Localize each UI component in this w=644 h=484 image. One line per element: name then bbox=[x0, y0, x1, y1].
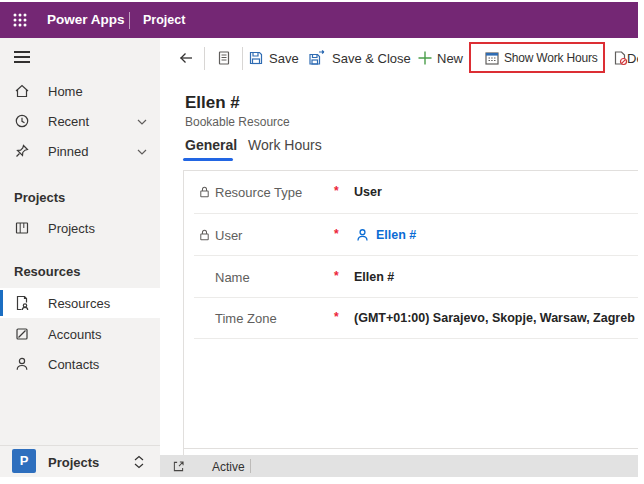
sidebar: Home Recent Pinned Projects bbox=[0, 38, 160, 477]
show-work-hours-button[interactable]: Show Work Hours bbox=[504, 51, 597, 65]
field-label: User bbox=[215, 227, 242, 242]
selected-indicator bbox=[0, 290, 3, 316]
field-time-zone[interactable]: Time Zone * (GMT+01:00) Sarajevo, Skopje… bbox=[194, 298, 638, 339]
expand-form-icon[interactable] bbox=[173, 461, 184, 472]
field-label: Name bbox=[215, 269, 250, 284]
chevron-down-icon[interactable] bbox=[136, 116, 148, 128]
record-status: Active bbox=[212, 460, 245, 474]
form-footer-status-bar: Active bbox=[160, 455, 638, 477]
sidebar-group-projects: Projects bbox=[14, 188, 65, 208]
field-value-link[interactable]: Ellen # bbox=[376, 228, 416, 242]
chevron-down-icon[interactable] bbox=[136, 146, 148, 158]
sidebar-footer-area-switcher[interactable]: P Projects bbox=[0, 446, 160, 477]
area-label: Projects bbox=[48, 454, 99, 469]
app-header: Power Apps Project bbox=[0, 2, 638, 38]
required-marker: * bbox=[334, 310, 339, 324]
clock-icon bbox=[14, 113, 30, 129]
sidebar-item-resources[interactable]: Resources bbox=[0, 288, 160, 318]
required-marker: * bbox=[334, 268, 339, 282]
area-tile-icon: P bbox=[12, 449, 36, 473]
sidebar-item-recent[interactable]: Recent bbox=[0, 106, 160, 136]
command-bar: Save Save & Close New Show Work bbox=[160, 38, 638, 78]
app-name[interactable]: Power Apps bbox=[47, 12, 125, 27]
field-value[interactable]: User bbox=[354, 185, 382, 199]
required-marker: * bbox=[334, 184, 339, 198]
sidebar-item-label: Recent bbox=[48, 114, 89, 129]
accounts-icon bbox=[14, 326, 30, 342]
lock-icon bbox=[198, 186, 211, 199]
sidebar-item-label: Home bbox=[48, 84, 83, 99]
form-section: Resource Type * User User * Ellen # bbox=[183, 170, 638, 455]
field-resource-type[interactable]: Resource Type * User bbox=[194, 171, 638, 214]
field-user[interactable]: User * Ellen # bbox=[194, 214, 638, 256]
contacts-icon bbox=[14, 356, 30, 372]
record-entity-type: Bookable Resource bbox=[185, 115, 290, 129]
save-icon[interactable] bbox=[248, 50, 264, 66]
command-divider bbox=[204, 47, 205, 70]
pin-icon bbox=[14, 143, 30, 159]
sidebar-item-accounts[interactable]: Accounts bbox=[0, 319, 160, 349]
sidebar-item-home[interactable]: Home bbox=[0, 76, 160, 106]
field-value[interactable]: (GMT+01:00) Sarajevo, Skopje, Warsaw, Za… bbox=[354, 311, 635, 325]
active-tab-indicator bbox=[183, 158, 233, 161]
field-label: Time Zone bbox=[215, 311, 277, 326]
sidebar-group-resources: Resources bbox=[14, 262, 80, 282]
projects-icon bbox=[14, 220, 30, 236]
waffle-menu-icon[interactable] bbox=[13, 13, 27, 27]
sidebar-item-label: Resources bbox=[48, 296, 110, 311]
required-marker: * bbox=[334, 226, 339, 240]
save-and-close-icon[interactable] bbox=[308, 50, 324, 66]
new-icon[interactable] bbox=[417, 50, 433, 66]
sidebar-item-label: Projects bbox=[48, 221, 95, 236]
app-window: Power Apps Project Home Recent bbox=[0, 0, 644, 484]
app-area[interactable]: Project bbox=[143, 13, 185, 27]
back-icon[interactable] bbox=[178, 50, 194, 66]
command-divider bbox=[242, 47, 243, 70]
sidebar-item-label: Accounts bbox=[48, 327, 101, 342]
status-divider bbox=[250, 459, 251, 473]
sidebar-item-contacts[interactable]: Contacts bbox=[0, 349, 160, 379]
tab-general[interactable]: General bbox=[185, 137, 237, 153]
record-title: Ellen # bbox=[185, 93, 240, 113]
header-divider bbox=[129, 12, 130, 29]
hamburger-icon[interactable] bbox=[14, 51, 30, 63]
form-section-bottom-border bbox=[184, 448, 638, 449]
main-content: Save Save & Close New Show Work bbox=[160, 38, 638, 477]
resources-icon bbox=[14, 295, 30, 311]
field-name[interactable]: Name * Ellen # bbox=[194, 256, 638, 298]
deactivate-button[interactable]: De bbox=[627, 51, 638, 66]
sidebar-item-projects[interactable]: Projects bbox=[0, 213, 160, 243]
form-selector-icon[interactable] bbox=[216, 50, 232, 66]
home-icon bbox=[14, 83, 30, 99]
show-work-hours-icon[interactable] bbox=[484, 50, 500, 66]
save-and-close-button[interactable]: Save & Close bbox=[332, 51, 411, 66]
sidebar-item-label: Contacts bbox=[48, 357, 99, 372]
lock-icon bbox=[198, 228, 211, 241]
save-button[interactable]: Save bbox=[269, 51, 299, 66]
user-lookup-icon bbox=[355, 227, 370, 242]
deactivate-icon[interactable] bbox=[612, 50, 628, 66]
unfold-chevron-icon bbox=[132, 454, 146, 470]
field-value[interactable]: Ellen # bbox=[354, 270, 394, 284]
sidebar-item-pinned[interactable]: Pinned bbox=[0, 136, 160, 166]
field-label: Resource Type bbox=[215, 185, 302, 200]
tab-work-hours[interactable]: Work Hours bbox=[248, 137, 322, 153]
new-button[interactable]: New bbox=[437, 51, 463, 66]
sidebar-item-label: Pinned bbox=[48, 144, 88, 159]
